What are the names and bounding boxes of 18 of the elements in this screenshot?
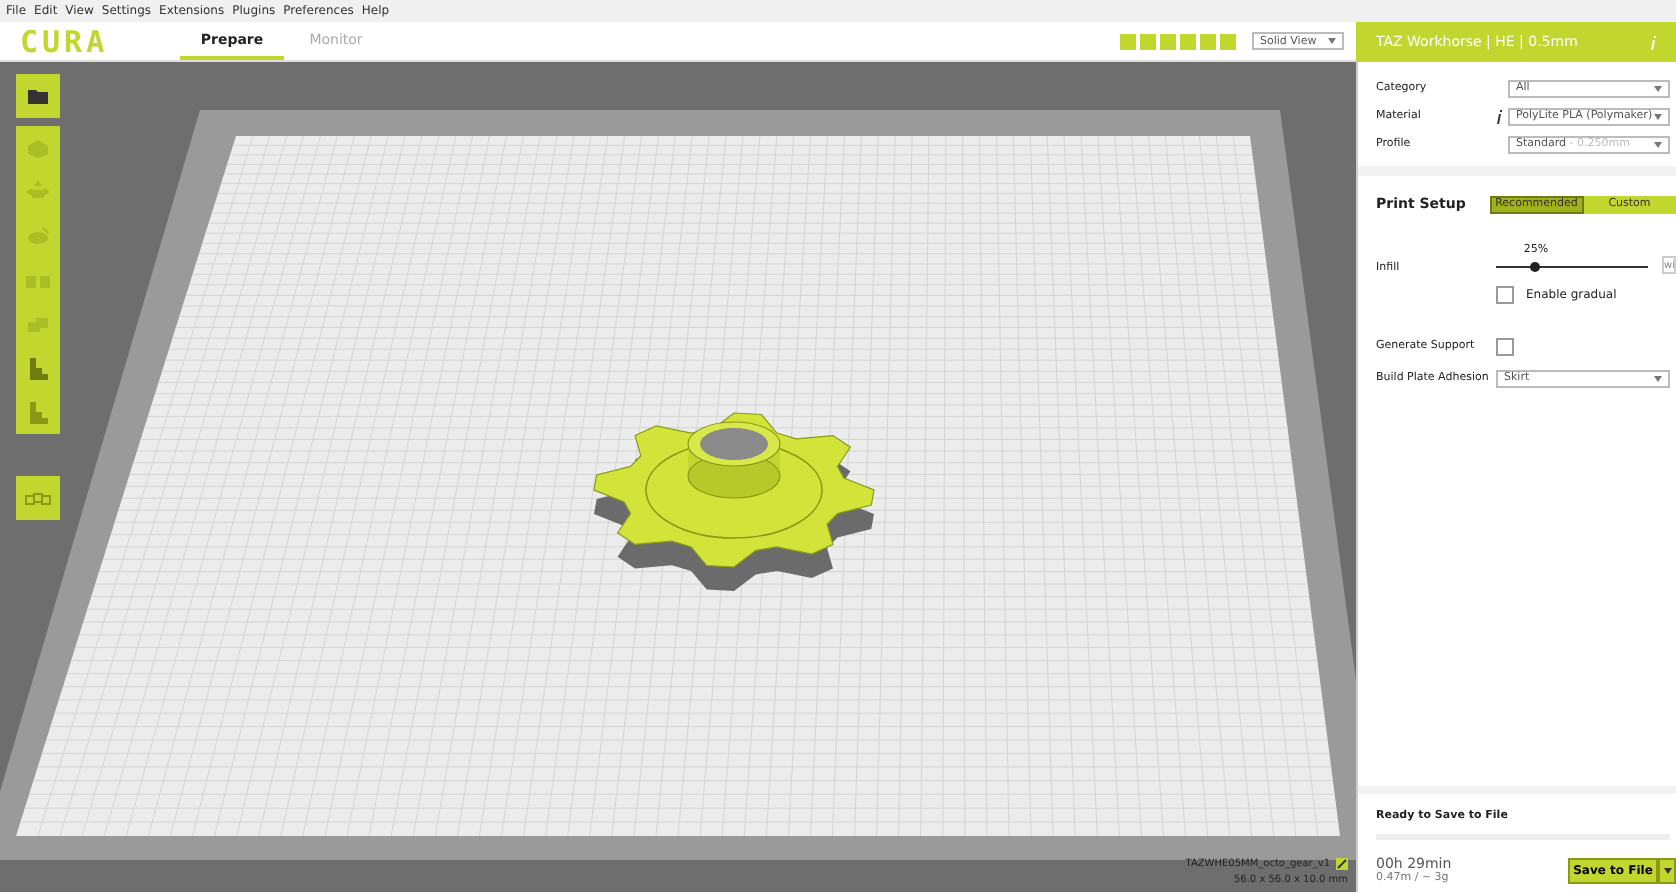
caret-icon xyxy=(1663,867,1671,873)
save-options-button[interactable] xyxy=(1658,857,1676,883)
rotate-icon xyxy=(24,222,52,250)
stairs-icon xyxy=(24,354,52,382)
checkbox[interactable] xyxy=(1496,286,1514,304)
slider-thumb[interactable] xyxy=(1530,262,1540,272)
stairs-icon xyxy=(24,398,52,426)
cube-icon xyxy=(24,134,52,162)
checkbox[interactable] xyxy=(1496,337,1514,355)
caret-icon xyxy=(1328,38,1336,44)
info-icon xyxy=(1650,35,1656,49)
caret-icon xyxy=(1654,141,1662,147)
info-icon xyxy=(1496,109,1502,123)
caret-icon xyxy=(1654,375,1662,381)
caret-icon xyxy=(1654,113,1662,119)
logo: CURA xyxy=(20,23,111,59)
caret-icon xyxy=(1654,85,1662,91)
model-color-icon xyxy=(1336,858,1348,870)
